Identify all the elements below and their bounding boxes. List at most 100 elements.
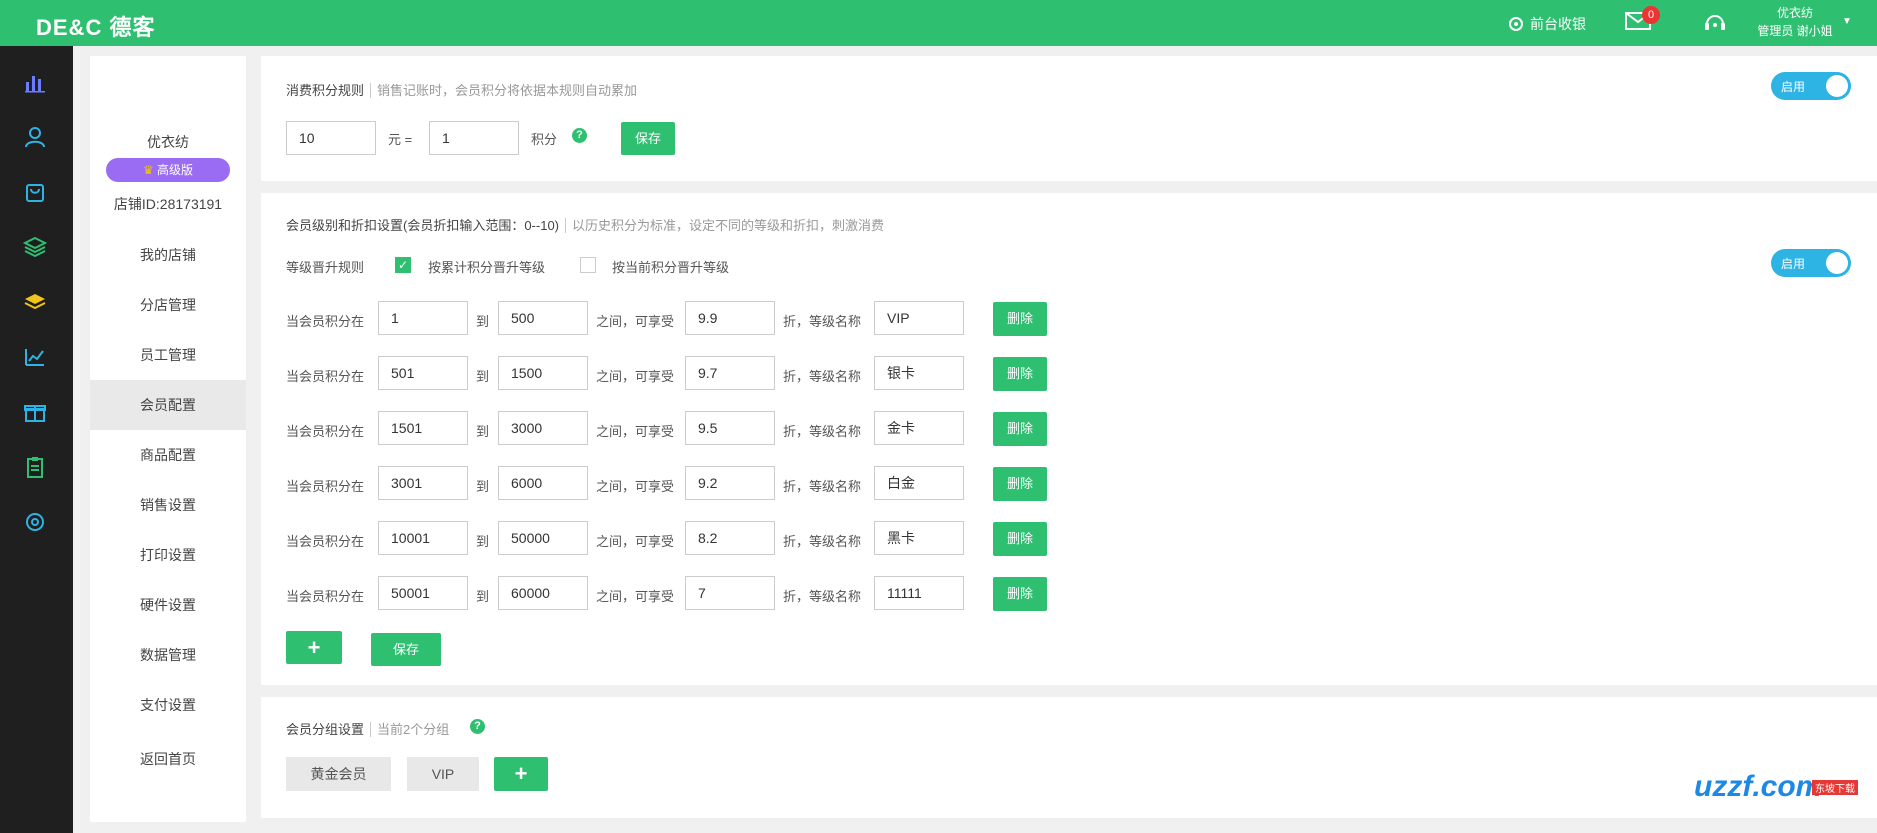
points-input[interactable]: 1 bbox=[429, 121, 519, 155]
to-input[interactable]: 50000 bbox=[498, 521, 588, 555]
discount-input[interactable]: 7 bbox=[685, 576, 775, 610]
to-input[interactable]: 60000 bbox=[498, 576, 588, 610]
shop-name: 优衣纺 bbox=[147, 134, 189, 150]
nav-branch[interactable]: 分店管理 bbox=[90, 280, 246, 330]
toggle-knob bbox=[1826, 75, 1848, 97]
row-prefix: 当会员积分在 bbox=[286, 314, 365, 329]
group-tag[interactable]: 黄金会员 bbox=[286, 757, 391, 791]
delete-button[interactable]: 删除 bbox=[993, 467, 1047, 501]
add-group-button[interactable]: + bbox=[494, 757, 548, 791]
logo[interactable]: DE&C 德客 bbox=[36, 10, 155, 42]
level-name-input[interactable]: 11111 bbox=[874, 576, 964, 610]
stack-icon[interactable] bbox=[23, 290, 47, 314]
level-name-input[interactable]: 黑卡 bbox=[874, 521, 964, 555]
nav-payment-settings[interactable]: 支付设置 bbox=[90, 680, 246, 730]
from-input[interactable]: 10001 bbox=[378, 521, 468, 555]
delete-button[interactable]: 删除 bbox=[993, 302, 1047, 336]
levels-toggle[interactable]: 启用 bbox=[1771, 249, 1851, 277]
group-tag[interactable]: VIP bbox=[407, 757, 479, 791]
help-icon[interactable]: ? bbox=[572, 128, 587, 143]
levels-heading: 会员级别和折扣设置(会员折扣输入范围：0--10) 以历史积分为标准，设定不同的等… bbox=[286, 215, 885, 234]
nav-member-config[interactable]: 会员配置 bbox=[90, 380, 246, 430]
points-save-button[interactable]: 保存 bbox=[621, 122, 675, 155]
add-level-button[interactable]: + bbox=[286, 631, 342, 664]
row-discount: 折，等级名称 bbox=[783, 314, 862, 329]
gift-icon[interactable] bbox=[23, 400, 47, 424]
row-discount: 折，等级名称 bbox=[783, 369, 862, 384]
level-name-input[interactable]: VIP bbox=[874, 301, 964, 335]
delete-button[interactable]: 删除 bbox=[993, 357, 1047, 391]
delete-button[interactable]: 删除 bbox=[993, 412, 1047, 446]
row-between: 之间，可享受 bbox=[596, 479, 675, 494]
delete-button[interactable]: 删除 bbox=[993, 522, 1047, 556]
nav-sales-settings[interactable]: 销售设置 bbox=[90, 480, 246, 530]
layers-icon[interactable] bbox=[23, 235, 47, 259]
member-groups-panel: 会员分组设置 当前2个分组 ? 黄金会员 VIP + bbox=[261, 697, 1877, 818]
row-between: 之间，可享受 bbox=[596, 424, 675, 439]
shop-id: 店铺ID:28173191 bbox=[113, 196, 223, 212]
from-input[interactable]: 50001 bbox=[378, 576, 468, 610]
cumulative-checkbox[interactable]: ✓ bbox=[395, 257, 411, 273]
discount-input[interactable]: 9.5 bbox=[685, 411, 775, 445]
levels-save-button[interactable]: 保存 bbox=[371, 633, 441, 666]
from-input[interactable]: 1 bbox=[378, 301, 468, 335]
level-badge: ♛ 高级版 bbox=[106, 158, 230, 182]
discount-input[interactable]: 9.9 bbox=[685, 301, 775, 335]
trend-chart-icon[interactable] bbox=[23, 345, 47, 369]
row-between: 之间，可享受 bbox=[596, 534, 675, 549]
to-input[interactable]: 500 bbox=[498, 301, 588, 335]
points-rule-toggle[interactable]: 启用 bbox=[1771, 72, 1851, 100]
delete-button[interactable]: 删除 bbox=[993, 577, 1047, 611]
row-discount: 折，等级名称 bbox=[783, 479, 862, 494]
user-icon[interactable] bbox=[23, 125, 47, 149]
bar-chart-icon[interactable] bbox=[23, 70, 47, 94]
points-label: 积分 bbox=[531, 132, 558, 147]
nav-data-management[interactable]: 数据管理 bbox=[90, 630, 246, 680]
help-icon[interactable]: ? bbox=[470, 719, 485, 734]
row-between: 之间，可享受 bbox=[596, 314, 675, 329]
row-discount: 折，等级名称 bbox=[783, 424, 862, 439]
clipboard-icon[interactable] bbox=[23, 455, 47, 479]
headset-icon bbox=[1705, 15, 1725, 30]
row-to: 到 bbox=[476, 589, 490, 604]
nav-back-home[interactable]: 返回首页 bbox=[90, 734, 246, 784]
toggle-knob bbox=[1826, 252, 1848, 274]
support-button[interactable] bbox=[1702, 10, 1728, 36]
cashier-icon bbox=[1509, 17, 1523, 31]
user-menu[interactable]: 优衣纺 管理员 谢小姐 bbox=[1750, 4, 1840, 40]
level-name-input[interactable]: 白金 bbox=[874, 466, 964, 500]
from-input[interactable]: 501 bbox=[378, 356, 468, 390]
current-checkbox[interactable] bbox=[580, 257, 596, 273]
watermark-badge: 东坡下载 bbox=[1812, 780, 1858, 795]
toggle-label: 启用 bbox=[1781, 80, 1806, 94]
from-input[interactable]: 3001 bbox=[378, 466, 468, 500]
to-input[interactable]: 3000 bbox=[498, 411, 588, 445]
discount-input[interactable]: 8.2 bbox=[685, 521, 775, 555]
to-input[interactable]: 6000 bbox=[498, 466, 588, 500]
discount-input[interactable]: 9.2 bbox=[685, 466, 775, 500]
nav-my-shop[interactable]: 我的店铺 bbox=[90, 230, 246, 280]
gear-icon[interactable] bbox=[23, 510, 47, 534]
points-rule-title: 消费积分规则 bbox=[286, 83, 365, 98]
nav-staff[interactable]: 员工管理 bbox=[90, 330, 246, 380]
nav-print-settings[interactable]: 打印设置 bbox=[90, 530, 246, 580]
discount-input[interactable]: 9.7 bbox=[685, 356, 775, 390]
nav-hardware-settings[interactable]: 硬件设置 bbox=[90, 580, 246, 630]
front-cashier-link[interactable]: 前台收银 bbox=[1508, 14, 1586, 34]
shopping-bag-icon[interactable] bbox=[23, 180, 47, 204]
amount-input[interactable]: 10 bbox=[286, 121, 376, 155]
level-name-input[interactable]: 金卡 bbox=[874, 411, 964, 445]
nav-product-config[interactable]: 商品配置 bbox=[90, 430, 246, 480]
row-to: 到 bbox=[476, 534, 490, 549]
from-input[interactable]: 1501 bbox=[378, 411, 468, 445]
points-rule-panel: 消费积分规则 销售记账时，会员积分将依据本规则自动累加 启用 10 元 = 1 积… bbox=[261, 56, 1877, 181]
crown-icon: ♛ bbox=[142, 163, 158, 177]
level-name-input[interactable]: 银卡 bbox=[874, 356, 964, 390]
row-prefix: 当会员积分在 bbox=[286, 369, 365, 384]
to-input[interactable]: 1500 bbox=[498, 356, 588, 390]
row-to: 到 bbox=[476, 314, 490, 329]
caret-down-icon[interactable]: ▼ bbox=[1842, 16, 1852, 27]
settings-nav: 优衣纺 ♛ 高级版 店铺ID:28173191 我的店铺 分店管理 员工管理 会… bbox=[90, 56, 246, 822]
row-prefix: 当会员积分在 bbox=[286, 424, 365, 439]
member-levels-panel: 会员级别和折扣设置(会员折扣输入范围：0--10) 以历史积分为标准，设定不同的等… bbox=[261, 193, 1877, 685]
